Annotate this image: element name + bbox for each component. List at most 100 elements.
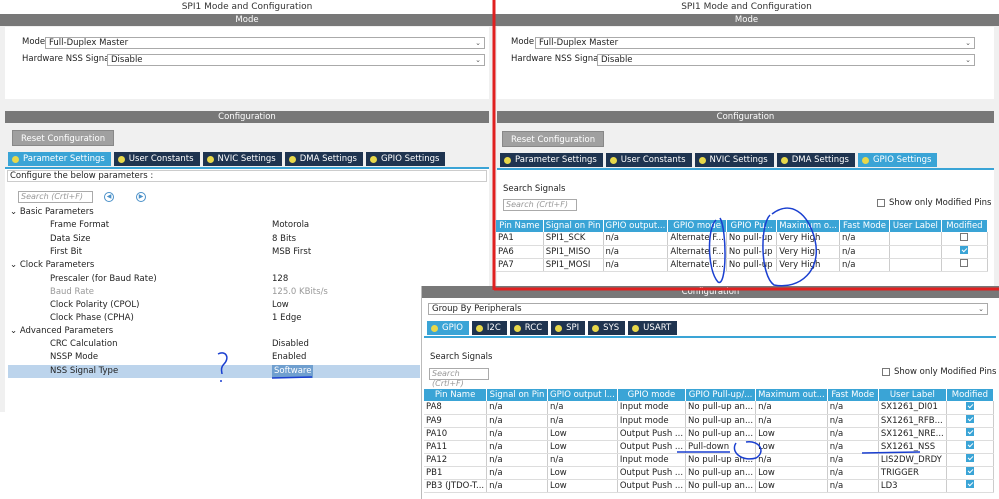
col-modified[interactable]: Modified bbox=[941, 220, 989, 232]
table-row[interactable]: PA11 n/a Low Output Push ... Pull-down Low n/a… bbox=[424, 440, 995, 454]
col-gpio-pull[interactable]: GPIO Pull-up/... bbox=[685, 389, 757, 401]
status-dot-icon bbox=[369, 155, 377, 163]
col-user-label[interactable]: User Label bbox=[878, 389, 947, 401]
tab-i2c[interactable]: I2C bbox=[471, 321, 507, 335]
param-value[interactable]: Motorola bbox=[272, 219, 309, 232]
left-reset-config-button[interactable]: Reset Configuration bbox=[12, 130, 115, 146]
left-mode-select[interactable]: Full-Duplex Master ⌄ bbox=[45, 37, 485, 49]
left-nss-select[interactable]: Disable ⌄ bbox=[107, 54, 485, 66]
param-value[interactable]: MSB First bbox=[272, 246, 311, 259]
cell bbox=[941, 245, 989, 259]
modified-checkbox[interactable] bbox=[960, 246, 969, 254]
table-row[interactable]: PA12 n/a n/a Input mode No pull-up an... n/a n… bbox=[424, 453, 995, 467]
right-search-input[interactable]: Search (Crtl+F) bbox=[503, 199, 577, 211]
col-signal[interactable]: Signal on Pin bbox=[543, 220, 604, 232]
table-row[interactable]: PB3 (JTDO-T... n/a Low Output Push ... No pu… bbox=[424, 479, 995, 493]
cell: PA12 bbox=[424, 453, 488, 467]
tab-nvic-settings[interactable]: NVIC Settings bbox=[202, 152, 282, 166]
param-value[interactable]: 1 Edge bbox=[272, 312, 302, 325]
search-prev-icon[interactable]: ◀ bbox=[104, 192, 114, 202]
tab-usart[interactable]: USART bbox=[628, 321, 678, 335]
col-gpio-mode[interactable]: GPIO mode bbox=[617, 389, 687, 401]
col-fast-mode[interactable]: Fast Mode bbox=[827, 389, 879, 401]
param-value[interactable]: Low bbox=[272, 299, 289, 312]
tab-nvic-settings[interactable]: NVIC Settings bbox=[694, 153, 774, 167]
chevron-down-icon: ⌄ bbox=[475, 39, 481, 47]
right-mode-select[interactable]: Full-Duplex Master ⌄ bbox=[535, 37, 975, 49]
col-user-label[interactable]: User Label bbox=[889, 220, 942, 232]
status-dot-icon bbox=[288, 155, 296, 163]
group-basic-parameters[interactable]: ⌄ Basic Parameters bbox=[10, 206, 94, 219]
table-row[interactable]: PA6 SPI1_MISO n/a Alternate F... No pull-up V… bbox=[496, 245, 989, 259]
tab-parameter-settings[interactable]: Parameter Settings bbox=[500, 153, 603, 167]
col-max-output[interactable]: Maximum o... bbox=[776, 220, 841, 232]
tab-gpio[interactable]: GPIO bbox=[427, 321, 469, 335]
left-search-input[interactable]: Search (Crtl+F) bbox=[18, 191, 93, 203]
left-mode-value: Full-Duplex Master bbox=[49, 38, 129, 48]
cell: n/a bbox=[827, 440, 879, 454]
table-row[interactable]: PA1 SPI1_SCK n/a Alternate F... No pull-up Ve… bbox=[496, 232, 989, 246]
tab-dma-settings[interactable]: DMA Settings bbox=[776, 153, 855, 167]
modified-checkbox[interactable] bbox=[960, 232, 969, 241]
cell: SX1261_RFB... bbox=[878, 414, 947, 428]
modified-checkbox[interactable] bbox=[965, 467, 974, 475]
tab-underline bbox=[424, 336, 996, 338]
tab-sys[interactable]: SYS bbox=[588, 321, 626, 335]
bottom-show-modified[interactable]: Show only Modified Pins bbox=[882, 367, 996, 377]
bottom-search-input[interactable]: Search (Crtl+F) bbox=[429, 368, 489, 388]
table-row[interactable]: PA9 n/a n/a Input mode No pull-up an... n/a n/… bbox=[424, 414, 995, 428]
col-pin-name[interactable]: Pin Name bbox=[496, 220, 544, 232]
tab-rcc[interactable]: RCC bbox=[509, 321, 549, 335]
cell: PA6 bbox=[496, 245, 544, 259]
status-dot-icon bbox=[780, 156, 788, 164]
search-next-icon[interactable]: ▶ bbox=[136, 192, 146, 202]
col-gpio-output[interactable]: GPIO output... bbox=[603, 220, 669, 232]
col-gpio-output[interactable]: GPIO output l... bbox=[547, 389, 618, 401]
right-nss-select[interactable]: Disable ⌄ bbox=[597, 54, 975, 66]
col-max-output[interactable]: Maximum out... bbox=[755, 389, 828, 401]
cell: No pull-up an... bbox=[685, 414, 757, 428]
col-pin-name[interactable]: Pin Name bbox=[424, 389, 488, 401]
cell: PA8 bbox=[424, 401, 488, 415]
modified-checkbox[interactable] bbox=[965, 415, 974, 423]
modified-checkbox[interactable] bbox=[960, 259, 969, 267]
tab-parameter-settings[interactable]: Parameter Settings bbox=[8, 152, 111, 166]
col-gpio-pull[interactable]: GPIO Pu... bbox=[726, 220, 778, 232]
col-fast-mode[interactable]: Fast Mode bbox=[839, 220, 890, 232]
col-signal[interactable]: Signal on Pin bbox=[486, 389, 548, 401]
tab-gpio-settings[interactable]: GPIO Settings bbox=[365, 152, 446, 166]
group-by-select[interactable]: Group By Peripherals ⌄ bbox=[428, 303, 988, 315]
tab-dma-settings[interactable]: DMA Settings bbox=[284, 152, 363, 166]
tab-gpio-settings[interactable]: GPIO Settings bbox=[857, 153, 938, 167]
table-row[interactable]: PA8 n/a n/a Input mode No pull-up an... n/a n/… bbox=[424, 401, 995, 415]
tab-user-constants[interactable]: User Constants bbox=[605, 153, 692, 167]
table-row[interactable]: PA10 n/a Low Output Push ... No pull-up an..… bbox=[424, 427, 995, 441]
checkbox[interactable] bbox=[882, 368, 890, 376]
col-modified[interactable]: Modified bbox=[946, 389, 995, 401]
group-clock-parameters[interactable]: ⌄ Clock Parameters bbox=[10, 259, 94, 272]
param-value[interactable]: 128 bbox=[272, 273, 288, 286]
cell: Low bbox=[547, 440, 618, 454]
tab-spi[interactable]: SPI bbox=[551, 321, 586, 335]
cell: n/a bbox=[827, 414, 879, 428]
group-advanced-parameters[interactable]: ⌄ Advanced Parameters bbox=[10, 325, 113, 338]
chevron-down-icon: ⌄ bbox=[965, 56, 971, 64]
param-value-selected[interactable]: Software bbox=[272, 365, 314, 378]
right-show-modified[interactable]: Show only Modified Pins bbox=[877, 198, 991, 208]
param-value[interactable]: Enabled bbox=[272, 351, 306, 364]
right-reset-config-button[interactable]: Reset Configuration bbox=[502, 131, 605, 147]
modified-checkbox[interactable] bbox=[965, 454, 974, 462]
param-value[interactable]: Disabled bbox=[272, 338, 309, 351]
modified-checkbox[interactable] bbox=[965, 480, 974, 488]
modified-checkbox[interactable] bbox=[965, 441, 974, 449]
modified-checkbox[interactable] bbox=[965, 428, 974, 436]
table-row[interactable]: PA7 SPI1_MOSI n/a Alternate F... No pull-up V… bbox=[496, 258, 989, 272]
checkbox[interactable] bbox=[877, 199, 885, 207]
table-row[interactable]: PB1 n/a Low Output Push ... No pull-up an...… bbox=[424, 466, 995, 480]
tab-user-constants[interactable]: User Constants bbox=[113, 152, 200, 166]
status-dot-icon bbox=[698, 156, 706, 164]
modified-checkbox[interactable] bbox=[965, 401, 974, 410]
right-mode-label: Mode bbox=[511, 37, 535, 47]
param-value[interactable]: 8 Bits bbox=[272, 233, 296, 246]
col-gpio-mode[interactable]: GPIO mode bbox=[667, 220, 727, 232]
